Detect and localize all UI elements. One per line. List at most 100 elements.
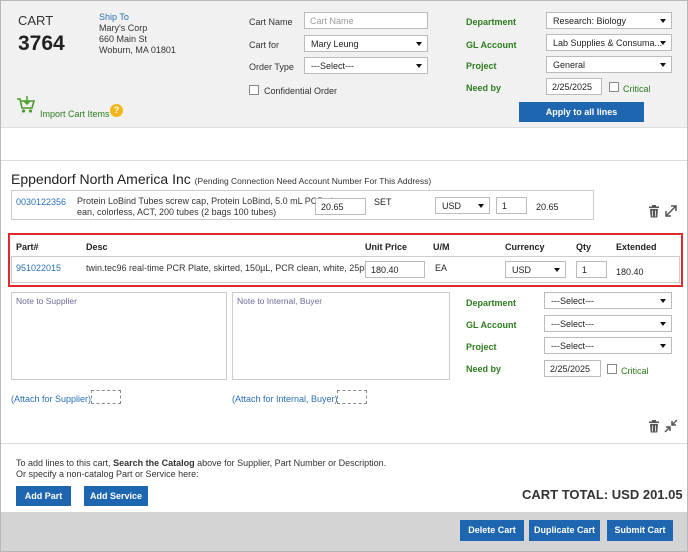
instructions-suffix: above for Supplier, Part Number or Descr…	[194, 458, 387, 468]
trash-icon[interactable]	[648, 205, 660, 220]
line-2-qty-input[interactable]: 1	[576, 261, 607, 278]
confidential-checkbox[interactable]	[249, 85, 259, 95]
gl-account-select[interactable]: Lab Supplies & Consuma...	[546, 34, 672, 51]
col-currency-header: Currency	[505, 242, 545, 252]
note-to-internal-textarea[interactable]: Note to Internal, Buyer	[232, 292, 450, 380]
supplier-name: Eppendorf North America Inc	[11, 171, 191, 187]
ship-to-line-1: Mary's Corp	[99, 23, 148, 33]
line-1-desc-1: Protein LoBind Tubes screw cap, Protein …	[77, 196, 333, 206]
cart-for-label: Cart for	[249, 40, 280, 50]
line-gl-account-value: ---Select---	[551, 319, 594, 329]
chevron-down-icon	[660, 63, 666, 67]
chevron-down-icon	[660, 344, 666, 348]
attach-for-internal-link[interactable]: (Attach for Internal, Buyer)	[232, 394, 338, 404]
trash-icon[interactable]	[648, 420, 660, 435]
help-icon[interactable]: ?	[110, 104, 123, 117]
order-type-value: ---Select---	[311, 61, 354, 71]
duplicate-cart-button[interactable]: Duplicate Cart	[529, 520, 600, 541]
critical-label: Critical	[623, 84, 651, 94]
project-select[interactable]: General	[546, 56, 672, 73]
line-department-value: ---Select---	[551, 296, 594, 306]
collapse-icon[interactable]	[664, 419, 678, 435]
line-1-price-input[interactable]: 20.65	[315, 198, 366, 215]
line-1-currency-value: USD	[442, 201, 462, 211]
cart-for-value: Mary Leung	[311, 39, 359, 49]
ship-to-link[interactable]: Ship To	[99, 12, 129, 22]
line-project-label: Project	[466, 342, 497, 352]
col-part-header: Part#	[16, 242, 39, 252]
divider	[1, 160, 687, 161]
cart-number: 3764	[18, 32, 65, 55]
line-1-extended: 20.65	[536, 202, 559, 212]
search-catalog-text: Search the Catalog	[113, 458, 195, 468]
chevron-down-icon	[660, 299, 666, 303]
col-extended-header: Extended	[616, 242, 657, 252]
line-need-by-input[interactable]: 2/25/2025	[544, 360, 601, 377]
col-desc-header: Desc	[86, 242, 108, 252]
project-value: General	[553, 60, 586, 70]
ship-to-line-3: Woburn, MA 01801	[99, 45, 176, 55]
line-2-currency-select[interactable]: USD	[505, 261, 566, 278]
chevron-down-icon	[660, 19, 666, 23]
col-um-header: U/M	[433, 242, 450, 252]
cart-total: CART TOTAL: USD 201.05	[522, 487, 683, 502]
cart-name-input[interactable]: Cart Name	[304, 12, 428, 29]
attach-supplier-dropzone[interactable]	[91, 390, 121, 404]
chevron-down-icon	[416, 64, 422, 68]
submit-cart-button[interactable]: Submit Cart	[607, 520, 673, 541]
line-critical-label: Critical	[621, 366, 649, 376]
line-1-currency-select[interactable]: USD	[435, 197, 490, 214]
chevron-down-icon	[660, 322, 666, 326]
col-qty-header: Qty	[576, 242, 592, 252]
supplier-heading: Eppendorf North America Inc (Pending Con…	[11, 171, 431, 187]
line-critical-checkbox[interactable]	[607, 364, 617, 374]
line-need-by-label: Need by	[466, 364, 502, 374]
add-part-button[interactable]: Add Part	[16, 486, 71, 506]
line-1-qty-input[interactable]: 1	[496, 197, 527, 214]
add-lines-instructions-2: Or specify a non-catalog Part or Service…	[16, 469, 199, 479]
line-gl-account-select[interactable]: ---Select---	[544, 315, 672, 332]
cart-label: CART	[18, 13, 54, 28]
line-department-label: Department	[466, 298, 517, 308]
add-lines-instructions: To add lines to this cart, Search the Ca…	[16, 458, 386, 468]
chevron-down-icon	[416, 42, 422, 46]
note-to-supplier-textarea[interactable]: Note to Supplier	[11, 292, 227, 380]
department-value: Research: Biology	[553, 16, 627, 26]
delete-cart-button[interactable]: Delete Cart	[460, 520, 524, 541]
expand-icon[interactable]	[664, 204, 678, 220]
order-type-select[interactable]: ---Select---	[304, 57, 428, 74]
line-2-um: EA	[435, 263, 448, 273]
chevron-down-icon	[478, 204, 484, 208]
attach-internal-dropzone[interactable]	[337, 390, 367, 404]
attach-for-supplier-link[interactable]: (Attach for Supplier)	[11, 394, 91, 404]
need-by-input[interactable]: 2/25/2025	[546, 78, 602, 95]
line-1-part-link[interactable]: 0030122356	[16, 197, 66, 207]
order-type-label: Order Type	[249, 62, 294, 72]
line-2-currency-value: USD	[512, 265, 532, 275]
supplier-status-note: (Pending Connection Need Account Number …	[194, 176, 432, 186]
department-select[interactable]: Research: Biology	[546, 12, 672, 29]
gl-account-value: Lab Supplies & Consuma...	[553, 38, 663, 48]
apply-to-all-lines-button[interactable]: Apply to all lines	[519, 102, 644, 122]
line-department-select[interactable]: ---Select---	[544, 292, 672, 309]
chevron-down-icon	[554, 268, 560, 272]
line-2-extended: 180.40	[616, 267, 644, 277]
line-project-select[interactable]: ---Select---	[544, 337, 672, 354]
line-gl-account-label: GL Account	[466, 320, 517, 330]
critical-checkbox[interactable]	[609, 82, 619, 92]
chevron-down-icon	[660, 41, 666, 45]
line-2-part-link[interactable]: 951022015	[16, 263, 61, 273]
cart-name-label: Cart Name	[249, 17, 293, 27]
line-1-desc-2: ean, colorless, ACT, 200 tubes (2 bags 1…	[77, 207, 277, 217]
instructions-prefix: To add lines to this cart,	[16, 458, 114, 468]
divider	[1, 443, 687, 444]
gl-account-label: GL Account	[466, 40, 517, 50]
confidential-label: Confidential Order	[264, 86, 338, 96]
import-cart-items-link[interactable]: Import Cart Items	[40, 109, 110, 119]
line-2-price-input[interactable]: 180.40	[365, 261, 425, 278]
add-service-button[interactable]: Add Service	[84, 486, 148, 506]
project-label: Project	[466, 61, 497, 71]
cart-icon[interactable]	[16, 96, 36, 116]
col-price-header: Unit Price	[365, 242, 408, 252]
cart-for-select[interactable]: Mary Leung	[304, 35, 428, 52]
